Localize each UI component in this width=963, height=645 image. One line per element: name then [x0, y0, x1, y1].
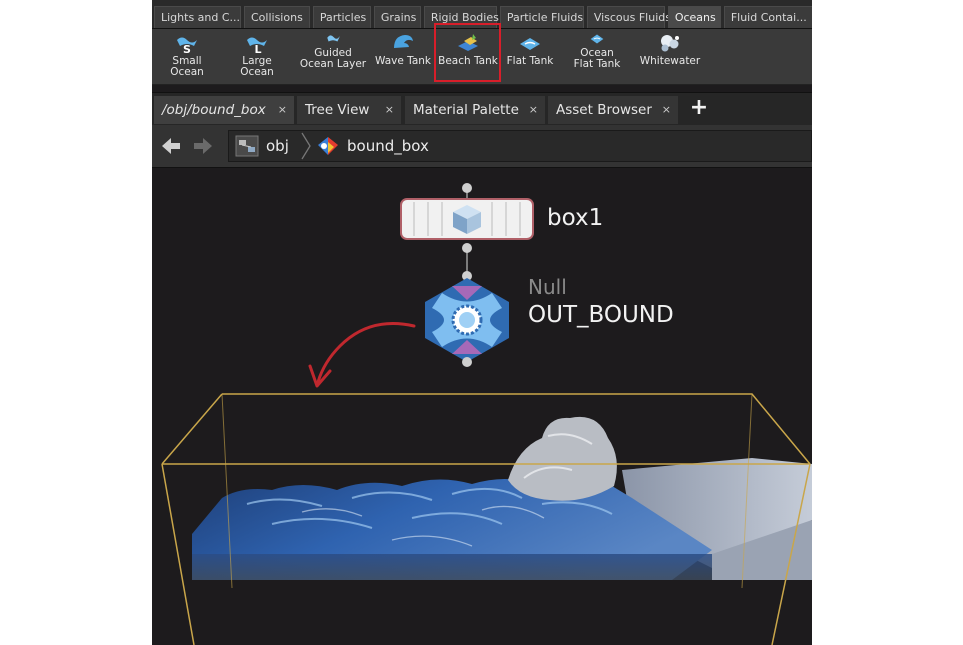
shelf-tab-collisions[interactable]: Collisions [244, 6, 310, 28]
back-arrow-icon[interactable] [158, 134, 184, 158]
small-ocean-tool[interactable]: S Small Ocean [154, 32, 220, 82]
close-icon[interactable]: × [662, 96, 671, 124]
null-output-connector[interactable] [462, 357, 472, 367]
node-type-null: Null [528, 275, 567, 299]
path-crumb-bound-box[interactable]: bound_box [347, 131, 429, 161]
tab-tree-view[interactable]: Tree View × [297, 96, 401, 124]
node-name-out-bound[interactable]: OUT_BOUND [528, 302, 674, 328]
network-path: obj bound_box [228, 130, 812, 162]
tab-material-palette[interactable]: Material Palette × [405, 96, 545, 124]
shelf-tab-fluid-containers[interactable]: Fluid Contai... [723, 6, 812, 28]
whitewater-icon [661, 35, 679, 52]
beach-tank-highlight-box [434, 23, 501, 82]
shelf-tab-particles[interactable]: Particles [312, 6, 371, 28]
node-output-connector[interactable] [462, 243, 472, 253]
tab-asset-browser[interactable]: Asset Browser × [548, 96, 678, 124]
close-icon[interactable]: × [278, 96, 287, 124]
shelf-tab-grains[interactable]: Grains [373, 6, 421, 28]
large-ocean-icon: L [247, 37, 267, 54]
wave-tank-icon [394, 35, 413, 48]
add-tab-button[interactable]: + [689, 93, 709, 123]
ocean-flat-tank-tool[interactable]: Ocean Flat Tank [564, 32, 630, 82]
ocean-simulation-preview [161, 393, 812, 645]
node-out-bound[interactable] [425, 271, 509, 367]
shelf-tab-viscous-fluids[interactable]: Viscous Fluids [586, 6, 671, 28]
pane-tab-bar: /obj/bound_box × Tree View × Material Pa… [152, 92, 812, 126]
close-icon[interactable]: × [529, 96, 538, 124]
shelf-tab-particle-fluids[interactable]: Particle Fluids [499, 6, 584, 28]
large-ocean-tool[interactable]: L Large Ocean [224, 32, 290, 82]
tab-network-bound-box[interactable]: /obj/bound_box × [154, 96, 294, 124]
node-input-connector[interactable] [462, 183, 472, 193]
node-name-box1[interactable]: box1 [547, 205, 603, 231]
whitewater-tool[interactable]: Whitewater [637, 32, 703, 82]
houdini-window: Lights and C... Collisions Particles Gra… [152, 0, 812, 645]
network-canvas [161, 183, 812, 645]
path-crumb-obj[interactable]: obj [266, 131, 289, 161]
flat-tank-tool[interactable]: Flat Tank [502, 32, 558, 82]
path-bar: obj bound_box [152, 125, 812, 168]
forward-arrow-icon[interactable] [190, 134, 216, 158]
network-editor[interactable]: box1 Null OUT_BOUND [152, 168, 812, 645]
small-ocean-icon: S [177, 37, 197, 54]
svg-text:S: S [183, 43, 191, 54]
path-separator-icon [301, 132, 311, 160]
guided-ocean-layer-tool[interactable]: Guided Ocean Layer [297, 32, 369, 82]
flat-tank-icon [520, 38, 540, 50]
svg-text:L: L [254, 43, 261, 54]
geometry-object-icon [318, 137, 338, 155]
obj-network-icon [235, 135, 259, 157]
ocean-flat-tank-icon [590, 34, 604, 44]
annotation-arrow [308, 322, 416, 388]
wave-tank-tool[interactable]: Wave Tank [372, 32, 434, 82]
guided-ocean-layer-icon [327, 35, 340, 42]
close-icon[interactable]: × [385, 96, 394, 124]
shelf-tab-lights-and-cameras[interactable]: Lights and C... [154, 6, 241, 28]
shelf-tab-oceans[interactable]: Oceans [667, 6, 721, 28]
